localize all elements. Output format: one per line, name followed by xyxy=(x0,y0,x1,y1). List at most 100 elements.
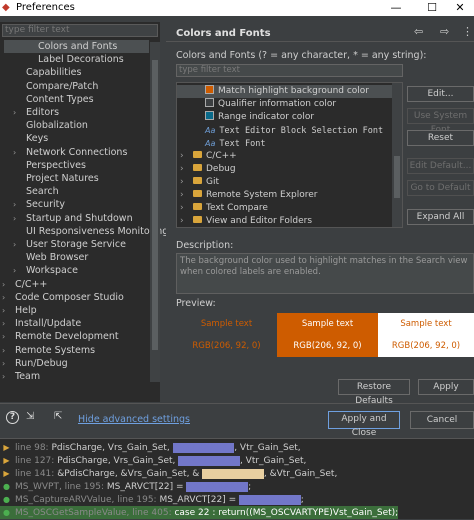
chevron-right-icon[interactable]: › xyxy=(13,106,16,119)
font-icon: Aa xyxy=(205,139,216,148)
result-location: MS_WVPT, line 195: xyxy=(15,482,107,492)
chevron-right-icon[interactable]: › xyxy=(2,344,5,357)
chevron-right-icon[interactable]: › xyxy=(13,212,16,225)
chevron-right-icon[interactable]: › xyxy=(180,163,184,176)
tree-item-label: Colors and Fonts xyxy=(38,41,118,52)
search-result-line[interactable]: ▶ line 98: PdisCharge, Vrs_Gain_Set, XXXX… xyxy=(0,441,301,454)
chevron-right-icon[interactable]: › xyxy=(180,215,184,227)
close-button[interactable]: ✕ xyxy=(446,0,474,16)
tree-item-label: Network Connections xyxy=(26,146,128,158)
tree-item-label: Editors xyxy=(26,107,60,118)
chevron-right-icon[interactable]: › xyxy=(2,278,5,291)
import-icon[interactable]: ⇲ xyxy=(26,411,39,424)
match-highlight: XXXXXXXXXX xyxy=(172,443,235,453)
chevron-right-icon[interactable]: › xyxy=(13,264,16,277)
apply-and-close-button[interactable]: Apply and Close xyxy=(328,411,400,438)
color-font-item-label: Debug xyxy=(206,164,236,174)
result-marker-icon: ● xyxy=(3,508,10,517)
result-code: PdisCharge, Vrs_Gain_Set, xyxy=(51,443,173,453)
restore-defaults-button[interactable]: Restore Defaults xyxy=(338,379,410,406)
chevron-right-icon[interactable]: › xyxy=(2,291,5,304)
preview-sample: Sample text RGB(206, 92, 0) xyxy=(277,313,378,357)
edit-button[interactable]: Edit... xyxy=(407,86,474,102)
color-font-item-label: Match highlight background color xyxy=(218,86,370,96)
preview-label: Preview: xyxy=(176,298,216,309)
result-location: MS_OSCGetSampleValue, line 405: xyxy=(15,508,175,518)
chevron-right-icon[interactable]: › xyxy=(180,176,184,189)
colors-fonts-scrollbar-thumb[interactable] xyxy=(394,156,400,198)
color-swatch-icon xyxy=(205,85,214,94)
search-result-line[interactable]: ▶ line 127: PdisCharge, Vrs_Gain_Set, XXX… xyxy=(0,454,306,467)
nav-scrollbar-thumb[interactable] xyxy=(152,60,158,350)
minimize-button[interactable]: — xyxy=(382,0,410,16)
forward-arrow-icon[interactable]: ⇨ xyxy=(440,25,449,38)
preview-sample-text: Sample text xyxy=(301,319,354,329)
nav-filter-input[interactable]: type filter text xyxy=(2,24,158,37)
color-font-item[interactable]: Match highlight background color xyxy=(177,85,392,98)
colors-fonts-scrollbar[interactable] xyxy=(392,83,402,227)
use-system-font-button[interactable]: Use System Font xyxy=(407,108,474,135)
chevron-right-icon[interactable]: › xyxy=(2,317,5,330)
tree-item-label: Keys xyxy=(26,133,49,145)
search-result-line[interactable]: ● MS_CaptureARVValue, line 195: MS_ARVCT[… xyxy=(0,493,304,506)
chevron-right-icon[interactable]: › xyxy=(2,357,5,370)
edit-default-button[interactable]: Edit Default... xyxy=(407,158,474,174)
apply-button[interactable]: Apply xyxy=(418,379,474,395)
folder-icon xyxy=(193,190,202,197)
preview-area: Sample text RGB(206, 92, 0) Sample text RGB… xyxy=(176,313,474,357)
colors-fonts-label: Colors and Fonts (? = any character, * =… xyxy=(176,50,427,61)
page-title: Colors and Fonts xyxy=(176,28,271,39)
help-icon[interactable]: ? xyxy=(6,411,19,424)
back-arrow-icon[interactable]: ⇦ xyxy=(414,25,423,38)
folder-icon xyxy=(193,151,202,158)
match-highlight: XXXXXXXXXX xyxy=(178,456,240,466)
view-menu-icon[interactable]: ⋮ xyxy=(462,25,473,38)
result-code-tail: , Vtr_Gain_Set, xyxy=(239,456,307,466)
tree-item-label: C/C++ xyxy=(15,278,48,290)
cancel-button[interactable]: Cancel xyxy=(410,411,474,429)
folder-icon xyxy=(193,216,202,223)
search-result-line[interactable]: ▶ line 141: &PdisCharge, &Vrs_Gain_Set, &… xyxy=(0,467,337,480)
preview-sample-text: Sample text xyxy=(200,319,253,329)
search-result-line[interactable]: ● MS_OSCGetSampleValue, line 405: case 22… xyxy=(0,506,399,519)
tree-item-label: Label Decorations xyxy=(38,54,124,66)
expand-all-button[interactable]: Expand All xyxy=(407,209,474,225)
folder-icon xyxy=(193,203,202,210)
tree-item[interactable]: Colors and Fonts xyxy=(4,40,149,53)
tree-item-label: Content Types xyxy=(26,93,94,105)
maximize-button[interactable]: ☐ xyxy=(418,0,446,16)
hide-advanced-settings-link[interactable]: Hide advanced settings xyxy=(78,414,190,425)
tree-item-label: Remote Systems xyxy=(15,344,96,356)
chevron-right-icon[interactable]: › xyxy=(2,370,5,383)
result-code-tail: , Vtr_Gain_Set, xyxy=(234,443,301,453)
tree-item-label: Capabilities xyxy=(26,67,82,79)
chevron-right-icon[interactable]: › xyxy=(13,146,16,159)
chevron-right-icon[interactable]: › xyxy=(13,238,16,251)
result-code-tail: ; xyxy=(248,482,252,492)
tree-item-label: Remote Development xyxy=(15,331,119,343)
go-to-default-button[interactable]: Go to Default xyxy=(407,180,474,196)
tree-item-label: Globalization xyxy=(26,120,88,132)
chevron-right-icon[interactable]: › xyxy=(13,198,16,211)
color-font-item-label: Text Editor Block Selection Font xyxy=(219,126,384,136)
result-code: MS_ARVCT[22] = xyxy=(106,482,187,492)
chevron-right-icon[interactable]: › xyxy=(180,189,184,202)
chevron-right-icon[interactable]: › xyxy=(180,150,184,163)
reset-button[interactable]: Reset xyxy=(407,130,474,146)
result-code-tail: , &Vtr_Gain_Set, xyxy=(263,469,338,479)
colors-fonts-tree[interactable]: Match highlight background color Qualifie… xyxy=(176,82,403,228)
result-marker-icon: ▶ xyxy=(3,456,10,465)
chevron-right-icon[interactable]: › xyxy=(180,202,184,215)
match-highlight: XXXXXXXXXX xyxy=(186,482,249,492)
search-result-line[interactable]: ● MS_WVPT, line 195: MS_ARVCT[22] = XXXXX… xyxy=(0,480,251,493)
folder-icon xyxy=(193,177,202,184)
result-marker-icon: ● xyxy=(3,495,10,504)
color-font-item-label: Text Compare xyxy=(206,203,268,213)
tree-item-label: Web Browser xyxy=(26,252,89,264)
folder-icon xyxy=(193,164,202,171)
chevron-right-icon[interactable]: › xyxy=(2,330,5,343)
title-bar: ◆ Preferences — ☐ ✕ xyxy=(0,0,474,16)
export-icon[interactable]: ⇱ xyxy=(54,411,67,424)
chevron-right-icon[interactable]: › xyxy=(2,304,5,317)
colors-fonts-filter-input[interactable]: type filter text xyxy=(176,64,403,77)
